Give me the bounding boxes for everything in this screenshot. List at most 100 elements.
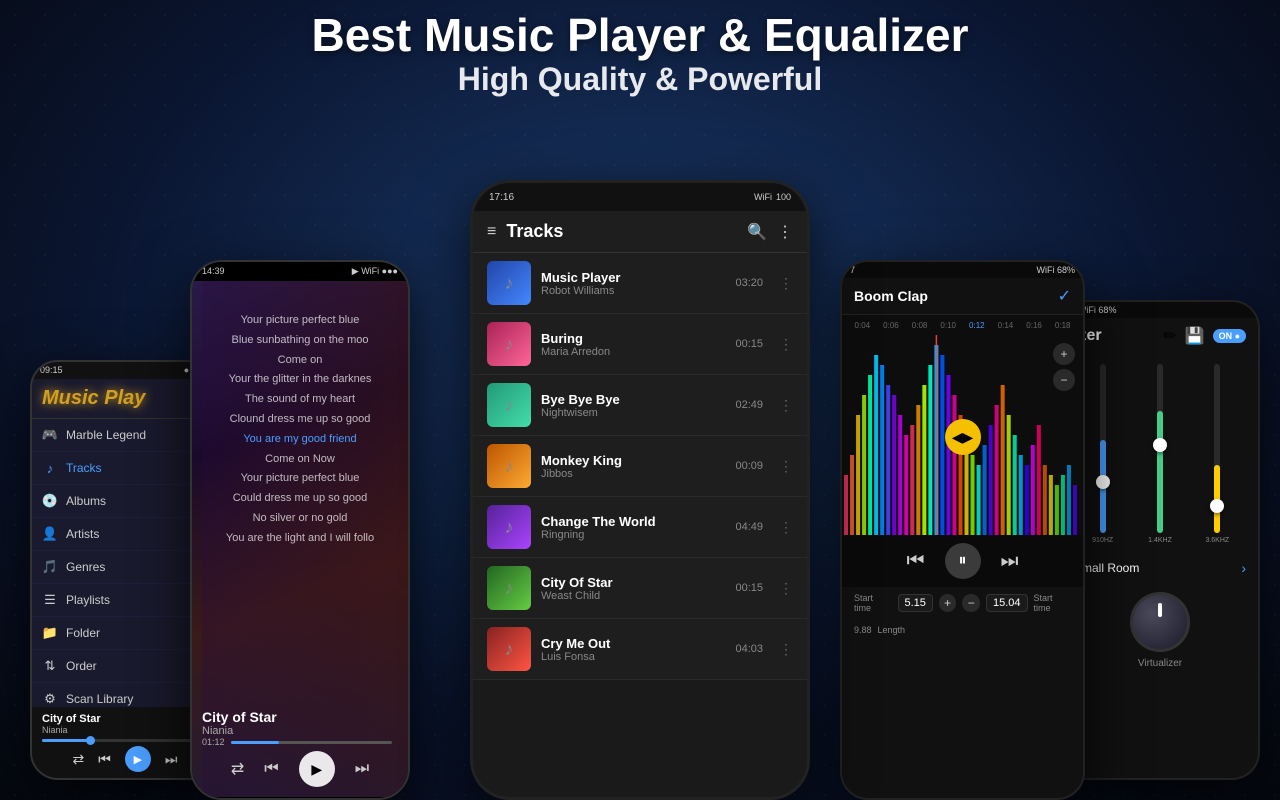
sub-title: High Quality & Powerful	[0, 61, 1280, 98]
music-note-icon-6: ♪	[505, 578, 514, 599]
slider-track-2[interactable]	[1157, 364, 1163, 533]
eq-toggle[interactable]: ON ●	[1213, 329, 1246, 343]
more-btn-7[interactable]: ⋮	[779, 641, 793, 658]
sidebar-label-folder: Folder	[66, 626, 100, 640]
time-lyrics: 14:39	[202, 266, 225, 277]
status-time-left: 09:15	[40, 365, 63, 376]
track-item-1[interactable]: ♪ Music Player Robot Williams 03:20 ⋮	[473, 253, 807, 314]
timeline-5: 0:14	[993, 321, 1018, 330]
lyrics-content: Your picture perfect blue Blue sunbathin…	[192, 311, 408, 549]
lyric-line-11: No silver or no gold	[192, 509, 408, 529]
phone-wave: 7 WiFi 68% Boom Clap ✓ 0:04 0:06 0:08 0:…	[840, 260, 1085, 800]
start-time-value[interactable]: 5.15	[898, 594, 933, 612]
prev-btn-left[interactable]: ⏮	[98, 751, 111, 768]
freq-label-3: 3.6KHZ	[1205, 537, 1229, 544]
eq-sliders: 910HZ 1.4KHZ 3.6KHZ	[1062, 354, 1258, 554]
track-art-7: ♪	[487, 627, 531, 671]
search-icon[interactable]: 🔍	[747, 222, 767, 242]
main-title: Best Music Player & Equalizer	[0, 10, 1280, 61]
play-btn-left[interactable]: ▶	[125, 746, 151, 772]
track-duration-3: 02:49	[735, 399, 763, 411]
wave-prev-btn[interactable]: ⏮	[907, 550, 925, 573]
timeline-3: 0:10	[936, 321, 961, 330]
end-time-value[interactable]: 15.04	[986, 594, 1028, 612]
wave-next-btn[interactable]: ⏭	[1001, 550, 1019, 573]
freq-label-2: 1.4KHZ	[1148, 537, 1172, 544]
track-item-3[interactable]: ♪ Bye Bye Bye Nightwisem 02:49 ⋮	[473, 375, 807, 436]
track-item-7[interactable]: ♪ Cry Me Out Luis Fonsa 04:03 ⋮	[473, 619, 807, 680]
wave-play-btn[interactable]: ⏸	[945, 543, 981, 579]
scan-icon: ⚙	[42, 691, 58, 707]
wave-header: Boom Clap ✓	[842, 278, 1083, 315]
preset-row: Small Room ›	[1062, 554, 1258, 582]
more-btn-5[interactable]: ⋮	[779, 519, 793, 536]
end-time-minus[interactable]: −	[962, 594, 980, 612]
hamburger-icon[interactable]: ≡	[487, 223, 496, 241]
more-icon[interactable]: ⋮	[777, 222, 793, 242]
start-time-plus[interactable]: +	[939, 594, 957, 612]
phone-center: 17:16 WiFi 100 ≡ Tracks 🔍 ⋮ ♪ Music Play…	[470, 180, 810, 800]
track-item-6[interactable]: ♪ City Of Star Weast Child 00:15 ⋮	[473, 558, 807, 619]
track-art-1: ♪	[487, 261, 531, 305]
lyric-line-1: Your picture perfect blue	[192, 311, 408, 331]
marble-icon: 🎮	[42, 427, 58, 443]
app-header: Best Music Player & Equalizer High Quali…	[0, 10, 1280, 98]
phone-eq: ● WiFi 68% izer ✏ 💾 ON ● 910HZ	[1060, 300, 1260, 780]
preset-arrow-icon[interactable]: ›	[1241, 560, 1246, 576]
wave-check-icon[interactable]: ✓	[1058, 286, 1071, 306]
track-item-5[interactable]: ♪ Change The World Ringning 04:49 ⋮	[473, 497, 807, 558]
track-artist-5: Ringning	[541, 529, 725, 541]
next-btn-lyrics[interactable]: ⏭	[355, 760, 369, 778]
eq-save-icon[interactable]: 💾	[1185, 326, 1205, 346]
artists-icon: 👤	[42, 526, 58, 542]
sidebar-label-scan: Scan Library	[66, 692, 133, 706]
waveform-nav-arrow[interactable]: ◀▶	[945, 419, 981, 455]
track-duration-7: 04:03	[735, 643, 763, 655]
next-btn-left[interactable]: ⏭	[165, 751, 178, 768]
virtualizer-knob[interactable]	[1130, 592, 1190, 652]
sidebar-label-order: Order	[66, 659, 97, 673]
lyric-line-6: Clound dress me up so good	[192, 410, 408, 430]
track-item-4[interactable]: ♪ Monkey King Jibbos 00:09 ⋮	[473, 436, 807, 497]
center-page-title: Tracks	[506, 221, 737, 242]
sidebar-label-albums: Albums	[66, 494, 106, 508]
track-info-2: Buring Maria Arredon	[541, 331, 725, 358]
track-name-6: City Of Star	[541, 575, 725, 590]
track-artist-6: Weast Child	[541, 590, 725, 602]
status-bar-eq: ● WiFi 68%	[1062, 302, 1258, 318]
wave-status-time: 7	[850, 265, 855, 275]
zoom-in-btn[interactable]: +	[1053, 343, 1075, 365]
track-item-2[interactable]: ♪ Buring Maria Arredon 00:15 ⋮	[473, 314, 807, 375]
eq-edit-icon[interactable]: ✏	[1163, 326, 1176, 346]
timeline-7: 0:18	[1050, 321, 1075, 330]
more-btn-2[interactable]: ⋮	[779, 336, 793, 353]
zoom-out-btn[interactable]: −	[1053, 369, 1075, 391]
more-btn-4[interactable]: ⋮	[779, 458, 793, 475]
sidebar-label-genres: Genres	[66, 560, 105, 574]
repeat-icon-lyrics[interactable]: ⇄	[231, 759, 244, 779]
progress-bar-left[interactable]	[42, 739, 208, 742]
slider-handle-3[interactable]	[1210, 499, 1224, 513]
track-info-3: Bye Bye Bye Nightwisem	[541, 392, 725, 419]
now-playing-artist: Niania	[42, 725, 208, 735]
prev-btn-lyrics[interactable]: ⏮	[264, 760, 278, 778]
repeat-icon-left[interactable]: ⇄	[73, 751, 85, 768]
more-btn-1[interactable]: ⋮	[779, 275, 793, 292]
center-status-time: 17:16	[489, 192, 514, 203]
slider-handle-1[interactable]	[1096, 475, 1110, 489]
waveform-area[interactable]: + − ◀▶	[842, 335, 1083, 535]
play-btn-lyrics[interactable]: ▶	[299, 751, 335, 787]
sidebar-label-playlists: Playlists	[66, 593, 110, 607]
lyric-line-2: Blue sunbathing on the moo	[192, 331, 408, 351]
lyrics-song-title: City of Star	[202, 709, 277, 725]
more-btn-6[interactable]: ⋮	[779, 580, 793, 597]
slider-track-3[interactable]	[1214, 364, 1220, 533]
sidebar-label-marble: Marble Legend	[66, 428, 146, 442]
slider-handle-2[interactable]	[1153, 438, 1167, 452]
slider-track-1[interactable]	[1100, 364, 1106, 533]
track-info-6: City Of Star Weast Child	[541, 575, 725, 602]
lyrics-background: Your picture perfect blue Blue sunbathin…	[192, 281, 408, 797]
wave-length-label: Length	[878, 625, 906, 635]
more-btn-3[interactable]: ⋮	[779, 397, 793, 414]
wave-status-icons: WiFi 68%	[1036, 265, 1075, 275]
